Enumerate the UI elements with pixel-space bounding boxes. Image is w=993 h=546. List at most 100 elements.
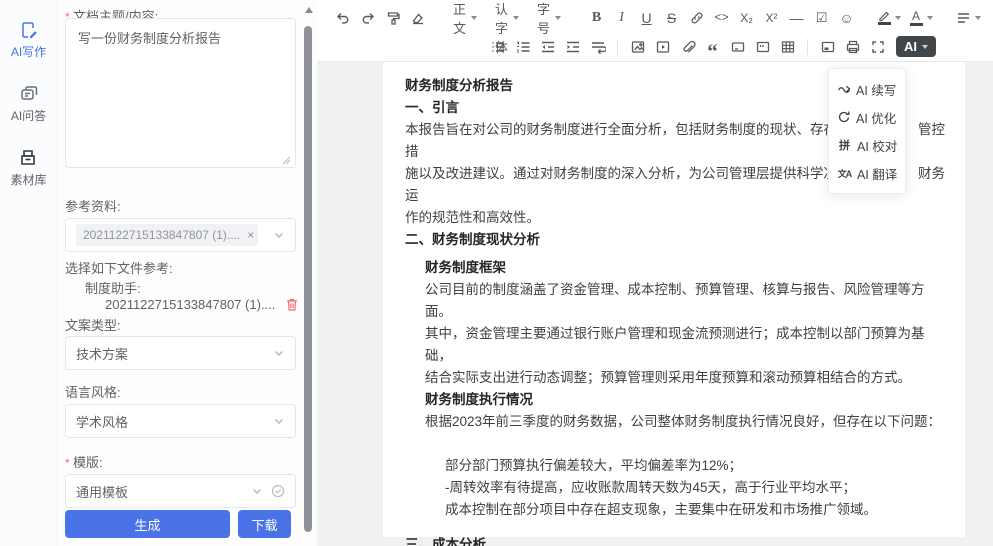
subscript-button[interactable]: X₂ <box>735 6 758 30</box>
menu-item-ai-continue[interactable]: AI 续写 <box>829 75 905 103</box>
generate-button[interactable]: 生成 <box>65 510 230 538</box>
remove-tag-icon[interactable]: × <box>247 228 254 242</box>
underline-button[interactable]: U <box>635 6 658 30</box>
ai-continue-icon <box>837 82 851 96</box>
highlight-color-button[interactable] <box>874 6 904 30</box>
code-block-button[interactable] <box>726 35 749 59</box>
chevron-down-icon <box>922 45 928 49</box>
eraser-icon <box>410 10 426 26</box>
topic-input[interactable]: 写一份财务制度分析报告 <box>65 18 296 168</box>
insert-table-button[interactable] <box>776 35 799 59</box>
line-height-button[interactable] <box>586 35 609 59</box>
font-color-button[interactable]: A <box>906 6 936 30</box>
toolbar-row-2: “ <box>485 32 985 61</box>
reference-select[interactable]: 2021122715133847807 (1).... × <box>65 218 296 252</box>
menu-item-ai-optimize[interactable]: AI 优化 <box>829 103 905 131</box>
doc-line: 其中，资金管理主要通过银行账户管理和现金流预测进行；成本控制以部门预算为基础， <box>405 323 951 367</box>
chevron-down-icon <box>555 16 561 20</box>
horizontal-rule-button[interactable]: — <box>785 6 808 30</box>
toolbar-divider <box>807 39 808 55</box>
outdent-button[interactable] <box>536 35 559 59</box>
doc-type-select[interactable]: 技术方案 <box>65 336 296 370</box>
doc-heading: 二、财务制度现状分析 <box>405 229 951 251</box>
font-family-dropdown[interactable]: 默认字体 <box>486 6 528 30</box>
code-block-icon <box>730 39 746 55</box>
bold-button[interactable]: B <box>585 6 608 30</box>
menu-item-ai-proofread[interactable]: 拼 AI 校对 <box>829 131 905 159</box>
app-root: AI写作 AI问答 素材库 文档主题/内容: 写一份财务制度分析报告 参考资料: <box>0 0 993 546</box>
card-view-icon <box>820 39 836 55</box>
clear-format-button[interactable] <box>406 6 429 30</box>
toolbar-divider <box>617 39 618 55</box>
left-icon-rail: AI写作 AI问答 素材库 <box>0 0 58 546</box>
ai-tools-dropdown[interactable]: AI <box>896 36 936 57</box>
align-dropdown[interactable] <box>952 6 984 30</box>
fullscreen-button[interactable] <box>866 35 889 59</box>
indent-button[interactable] <box>561 35 584 59</box>
page-break-button[interactable] <box>751 35 774 59</box>
redo-icon <box>360 10 376 26</box>
ordered-list-button[interactable] <box>511 35 534 59</box>
chevron-down-icon <box>513 16 519 20</box>
format-painter-icon <box>385 10 401 26</box>
sidebar-item-ai-write[interactable]: AI写作 <box>11 20 46 60</box>
ai-translate-icon: 文A <box>837 167 852 180</box>
template-select[interactable]: 通用模板 <box>65 474 296 508</box>
chevron-down-icon <box>927 16 933 20</box>
sidebar-item-label: AI问答 <box>11 107 46 124</box>
doc-line: 成本控制在部分项目中存在超支现象，主要集中在研发和市场推广领域。 <box>405 499 951 521</box>
strikethrough-button[interactable]: S <box>660 6 683 30</box>
print-button[interactable] <box>841 35 864 59</box>
font-size-dropdown[interactable]: 字号 <box>528 6 570 30</box>
ordered-list-icon <box>515 39 531 55</box>
highlight-pen-icon <box>878 11 891 22</box>
redo-button[interactable] <box>356 6 379 30</box>
link-button[interactable] <box>685 6 708 30</box>
card-view-button[interactable] <box>816 35 839 59</box>
style-select[interactable]: 学术风格 <box>65 404 296 438</box>
inline-code-button[interactable]: <> <box>710 6 733 30</box>
doc-line: 结合实际支出进行动态调整；预算管理则采用年度预算和滚动预算相结合的方式。 <box>405 367 951 389</box>
paragraph-style-dropdown[interactable]: 正文 <box>444 6 486 30</box>
trash-icon[interactable] <box>285 297 299 312</box>
panel-scrollbar <box>303 0 315 546</box>
insert-video-button[interactable] <box>651 35 674 59</box>
doc-subheading: 财务制度执行情况 <box>405 389 951 411</box>
image-icon <box>630 39 646 55</box>
bullet-list-button[interactable] <box>486 35 509 59</box>
insert-image-button[interactable] <box>626 35 649 59</box>
undo-button[interactable] <box>331 6 354 30</box>
chevron-down-icon <box>273 347 285 359</box>
attachment-button[interactable] <box>676 35 699 59</box>
align-icon <box>956 11 971 25</box>
doc-line: 公司目前的制度涵盖了资金管理、成本控制、预算管理、核算与报告、风险管理等方面。 <box>405 279 951 323</box>
material-library-icon <box>18 148 38 168</box>
file-ref-name: 2021122715133847807 (1).... <box>105 297 275 312</box>
editor-area: 正文 默认字体 字号 B I U S <> X₂ X² — <box>317 0 993 546</box>
editor-toolbar: 正文 默认字体 字号 B I U S <> X₂ X² — <box>317 0 993 62</box>
generation-form-panel: 文档主题/内容: 写一份财务制度分析报告 参考资料: 2021122715133… <box>58 0 317 546</box>
template-value: 通用模板 <box>76 482 128 501</box>
sidebar-item-material-library[interactable]: 素材库 <box>10 148 46 188</box>
blockquote-button[interactable]: “ <box>701 35 724 59</box>
sidebar-item-ai-qa[interactable]: AI问答 <box>11 84 46 124</box>
link-icon <box>689 10 705 26</box>
reference-file-tag: 2021122715133847807 (1).... × <box>76 224 258 246</box>
download-button[interactable]: 下载 <box>238 510 291 538</box>
file-ref-row: 2021122715133847807 (1).... <box>105 297 299 312</box>
toolbar-row-1: 正文 默认字体 字号 B I U S <> X₂ X² — <box>330 3 985 32</box>
ai-tools-menu: AI 续写 AI 优化 拼 AI 校对 文A AI 翻译 <box>828 68 906 194</box>
ai-qa-icon <box>19 84 39 104</box>
emoji-button[interactable]: ☺ <box>835 6 858 30</box>
scroll-up-arrow[interactable] <box>305 7 313 13</box>
todo-list-button[interactable]: ☑ <box>810 6 833 30</box>
italic-button[interactable]: I <box>610 6 633 30</box>
scrollbar-thumb[interactable] <box>304 26 312 532</box>
format-painter-button[interactable] <box>381 6 404 30</box>
menu-item-ai-translate[interactable]: 文A AI 翻译 <box>829 159 905 187</box>
doc-type-value: 技术方案 <box>76 344 128 363</box>
superscript-button[interactable]: X² <box>760 6 783 30</box>
ai-proofread-icon: 拼 <box>837 137 852 153</box>
editor-canvas: 财务制度分析报告 一、引言 本报告旨在对公司的财务制度进行全面分析，包括财务制度… <box>317 62 993 546</box>
fullscreen-icon <box>870 39 886 55</box>
